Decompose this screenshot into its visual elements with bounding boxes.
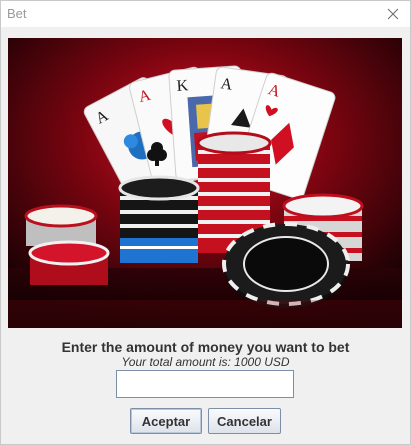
bet-prompt-heading: Enter the amount of money you want to be… — [61, 339, 350, 355]
bet-dialog: Bet A A K A A Enter the amount of money … — [0, 0, 411, 445]
title-bar[interactable]: Bet — [1, 1, 410, 27]
window-title: Bet — [7, 6, 27, 21]
poker-cards-chips-icon: A A K A A — [8, 38, 402, 328]
svg-text:K: K — [176, 77, 189, 95]
cancel-button[interactable]: Cancelar — [208, 408, 281, 434]
bet-amount-input[interactable] — [116, 370, 294, 398]
total-amount-label: Your total amount is: 1000 USD — [121, 355, 290, 369]
close-button[interactable] — [382, 3, 404, 25]
accept-button[interactable]: Aceptar — [130, 408, 202, 434]
close-icon — [387, 8, 399, 20]
poker-banner-image: A A K A A — [8, 38, 402, 328]
